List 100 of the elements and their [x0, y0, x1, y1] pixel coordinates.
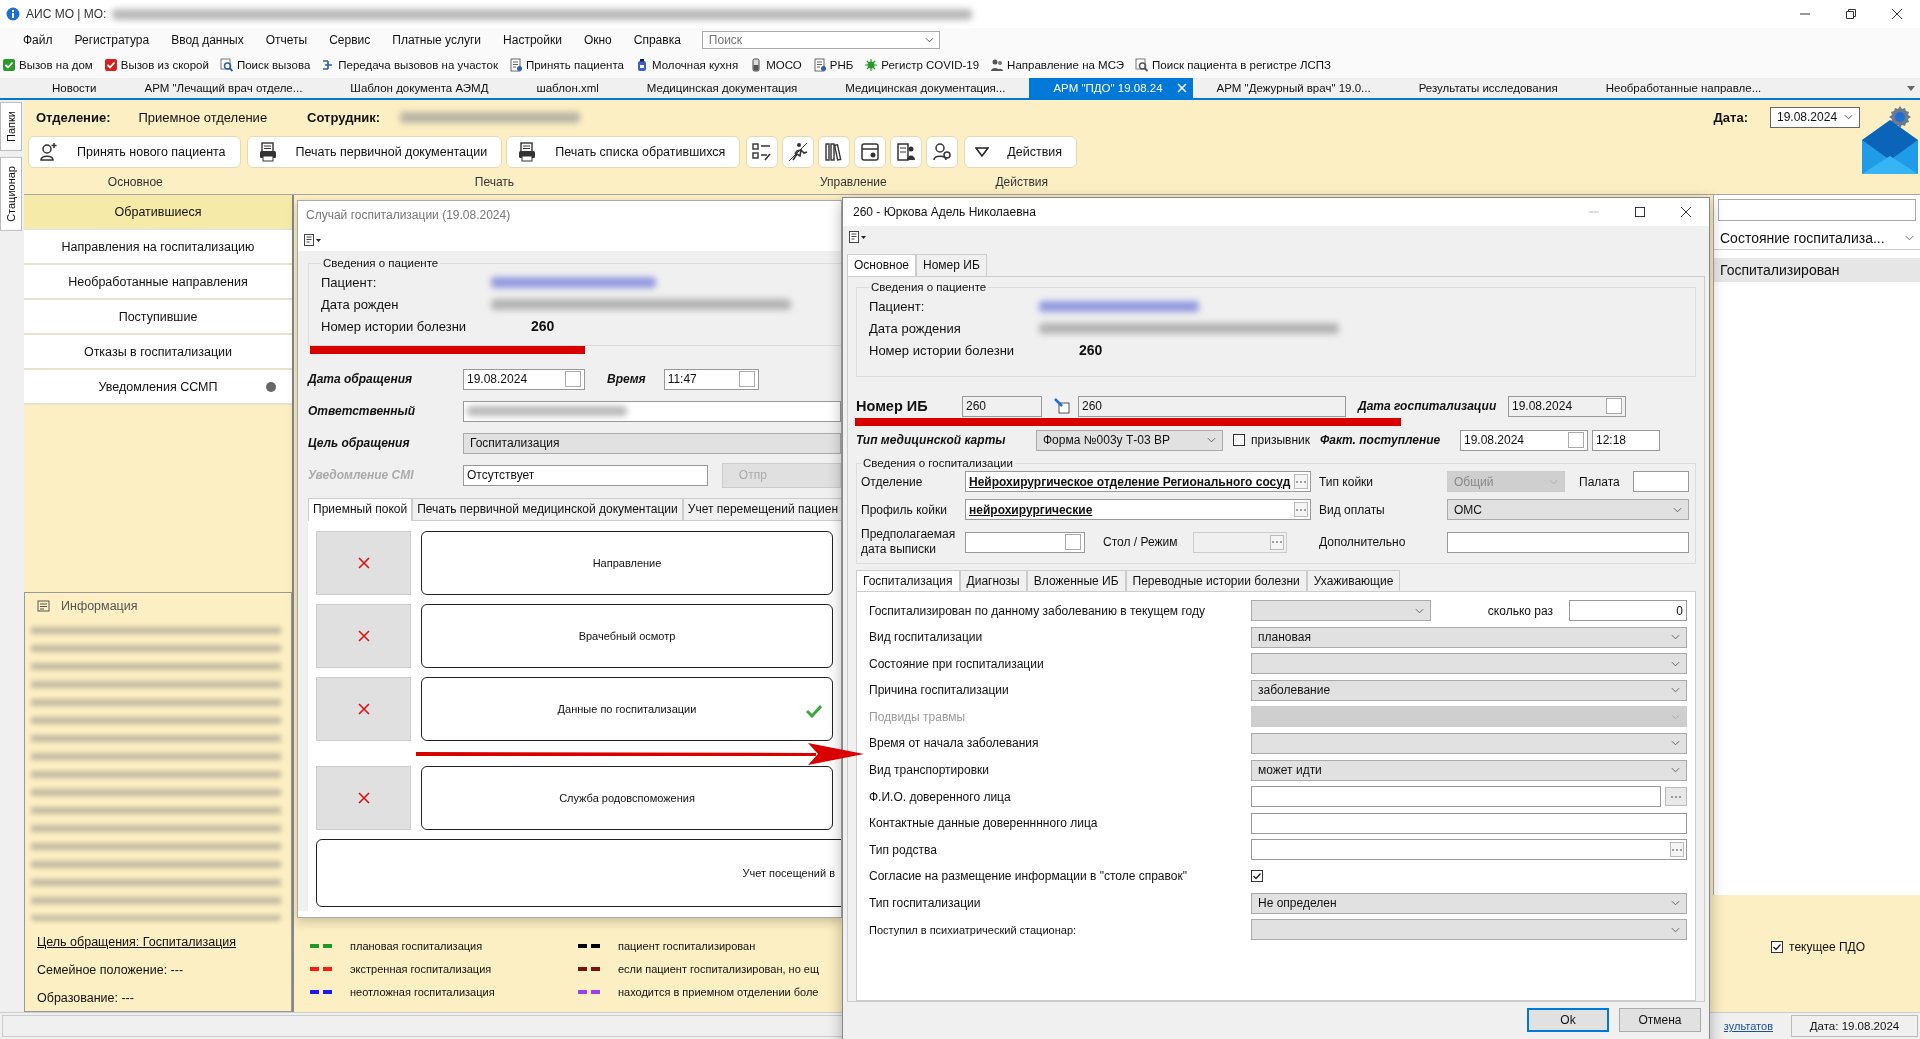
- report-menu-icon[interactable]: [304, 234, 322, 246]
- input-field[interactable]: [1251, 786, 1661, 808]
- tab[interactable]: Учет перемещений пациен: [682, 498, 841, 520]
- menu-item[interactable]: Настройки: [492, 33, 573, 47]
- date-field[interactable]: 19.08.2024: [1508, 395, 1626, 417]
- input-field[interactable]: [1251, 839, 1687, 861]
- sidebar-item[interactable]: Поступившие: [24, 300, 292, 335]
- checkbox[interactable]: [1233, 434, 1245, 446]
- report-menu-icon[interactable]: [849, 231, 867, 243]
- select-field[interactable]: [1251, 919, 1687, 941]
- actions-button[interactable]: Действия: [964, 136, 1078, 168]
- sidebar-item[interactable]: Уведомления ССМП: [24, 370, 292, 405]
- input-field[interactable]: [1251, 812, 1687, 834]
- toolbar-item[interactable]: Направление на МСЭ: [990, 58, 1125, 72]
- date-picker[interactable]: 19.08.2024: [1770, 106, 1860, 128]
- document-tab[interactable]: шаблон.xml: [512, 78, 623, 98]
- menu-item[interactable]: Отчеты: [254, 33, 319, 47]
- dropdown-arrow-icon[interactable]: [1906, 86, 1916, 92]
- date-field[interactable]: [965, 531, 1085, 553]
- toolbar-item[interactable]: Передача вызовов на участок: [321, 58, 498, 72]
- select-field[interactable]: Не определен: [1251, 892, 1687, 914]
- step-button[interactable]: Данные по госпитализации: [421, 677, 833, 741]
- toolbar-button[interactable]: [746, 136, 779, 168]
- menu-item[interactable]: Окно: [572, 33, 623, 47]
- ribbon-button[interactable]: Печать списка обратившихся: [506, 136, 741, 168]
- tab[interactable]: Ухаживающие: [1306, 570, 1401, 591]
- search-field[interactable]: Поиск: [701, 31, 940, 49]
- side-tab[interactable]: Стационар: [0, 156, 22, 231]
- time-button[interactable]: [738, 371, 755, 387]
- input-field[interactable]: Нейрохирургическое отделение Регионального сосуд: [965, 471, 1311, 492]
- document-tab[interactable]: АРМ "Лечащий врач отделе...: [120, 78, 327, 98]
- select-field[interactable]: [1251, 653, 1687, 675]
- step-button[interactable]: Направление: [421, 531, 833, 595]
- tab[interactable]: Печать первичной медицинской документации: [412, 498, 683, 520]
- select-field[interactable]: [1251, 732, 1687, 754]
- toolbar-item[interactable]: МОСО: [749, 58, 802, 72]
- date-button[interactable]: [1065, 534, 1081, 550]
- toolbar-item[interactable]: Поиск вызова: [219, 58, 311, 72]
- toolbar-button[interactable]: [782, 136, 815, 168]
- document-tab[interactable]: Необработанные направле...: [1581, 78, 1786, 98]
- sidebar-item[interactable]: Направления на госпитализацию: [24, 230, 292, 265]
- filter-field[interactable]: [1718, 199, 1916, 221]
- document-tab[interactable]: Новости: [28, 78, 121, 98]
- input-field[interactable]: нейрохирургические: [965, 499, 1311, 520]
- tab[interactable]: Диагнозы: [959, 570, 1027, 591]
- input-field[interactable]: [1193, 531, 1287, 553]
- date-button[interactable]: [1606, 398, 1622, 414]
- document-tab[interactable]: Медицинская документация...: [821, 78, 1030, 98]
- menu-item[interactable]: Файл: [12, 33, 64, 47]
- date-button[interactable]: [1567, 432, 1584, 448]
- menu-item[interactable]: Регистратура: [63, 33, 161, 47]
- menu-item[interactable]: Сервис: [318, 33, 382, 47]
- step-button[interactable]: Учет посещений в: [316, 839, 841, 907]
- checkbox[interactable]: [1251, 870, 1263, 883]
- info-link[interactable]: Цель обращения: Госпитализация: [31, 935, 237, 949]
- date-field[interactable]: 19.08.2024: [1459, 429, 1588, 451]
- time-field[interactable]: 12:18: [1591, 429, 1660, 451]
- side-tab[interactable]: Папки: [0, 102, 22, 151]
- toolbar-item[interactable]: РНБ: [812, 58, 854, 72]
- tab[interactable]: Переводные истории болезни: [1125, 570, 1307, 591]
- close-icon[interactable]: [1176, 83, 1187, 93]
- toolbar-item[interactable]: Молочная кухня: [634, 58, 739, 72]
- status-link[interactable]: зультатов: [1723, 1020, 1773, 1032]
- toolbar-button[interactable]: [818, 136, 851, 168]
- select-field[interactable]: может идти: [1251, 759, 1687, 781]
- toolbar-button[interactable]: [854, 136, 887, 168]
- select-field[interactable]: ОМС: [1447, 499, 1689, 520]
- select-field[interactable]: плановая: [1251, 626, 1687, 648]
- checkbox[interactable]: [1771, 941, 1784, 953]
- tab[interactable]: Госпитализация: [856, 570, 960, 591]
- sidebar-item[interactable]: Отказы в госпитализации: [24, 335, 292, 370]
- document-tab[interactable]: АРМ "Дежурный врач" 19.0...: [1192, 78, 1395, 98]
- ok-button[interactable]: Ok: [1527, 1008, 1609, 1032]
- sidebar-item[interactable]: Необработанные направления: [24, 265, 292, 300]
- browse-button[interactable]: [1665, 787, 1687, 807]
- menu-item[interactable]: Ввод данных: [160, 33, 255, 47]
- input-field[interactable]: [463, 400, 841, 422]
- date-button[interactable]: [565, 371, 581, 387]
- browse-button[interactable]: [1270, 534, 1284, 550]
- toolbar-item[interactable]: Вызов из скорой: [103, 58, 209, 72]
- sidebar-item[interactable]: Обратившиеся: [24, 195, 292, 230]
- document-tab[interactable]: Результаты исследования: [1394, 78, 1582, 98]
- select-field[interactable]: [1251, 600, 1431, 621]
- toolbar-item[interactable]: Регистр COVID-19: [864, 58, 980, 72]
- input-field[interactable]: 260: [1078, 395, 1346, 417]
- cancel-button[interactable]: Отмена: [1619, 1008, 1701, 1032]
- menu-item[interactable]: Платные услуги: [381, 33, 493, 47]
- tab[interactable]: Основное: [847, 254, 916, 276]
- browse-button[interactable]: [1670, 842, 1684, 858]
- input-field[interactable]: [1633, 471, 1689, 492]
- select-field[interactable]: Госпитализация: [463, 432, 841, 454]
- edit-icon[interactable]: [1054, 398, 1070, 414]
- document-tab[interactable]: Шаблон документа АЭМД: [326, 78, 513, 98]
- input-field[interactable]: [1447, 531, 1689, 553]
- document-tab[interactable]: Медицинская документация: [622, 78, 822, 98]
- select-field[interactable]: [1251, 706, 1687, 728]
- step-button[interactable]: Служба родовспоможения: [421, 766, 833, 830]
- select-field[interactable]: заболевание: [1251, 679, 1687, 701]
- toolbar-button[interactable]: [926, 136, 959, 168]
- step-button[interactable]: Врачебный осмотр: [421, 604, 833, 668]
